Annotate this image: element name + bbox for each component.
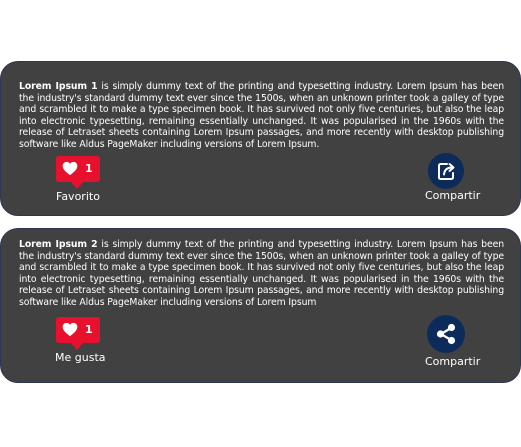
share-label[interactable]: Compartir bbox=[425, 355, 480, 369]
like-label[interactable]: Favorito bbox=[56, 190, 100, 204]
post-text: Lorem Ipsum 1 is simply dummy text of th… bbox=[19, 81, 504, 150]
badge-pointer bbox=[70, 181, 84, 189]
share-button[interactable] bbox=[427, 315, 465, 353]
share-button[interactable] bbox=[428, 153, 464, 189]
post-card-2: Lorem Ipsum 2 is simply dummy text of th… bbox=[0, 228, 521, 383]
badge-pointer bbox=[70, 342, 84, 350]
like-count: 1 bbox=[85, 162, 93, 175]
share-label[interactable]: Compartir bbox=[425, 189, 480, 203]
post-text: Lorem Ipsum 2 is simply dummy text of th… bbox=[19, 239, 504, 308]
post-title: Lorem Ipsum 1 bbox=[19, 81, 98, 92]
like-button[interactable]: 1 bbox=[56, 317, 100, 350]
heart-icon bbox=[62, 322, 78, 337]
heart-icon bbox=[62, 161, 78, 176]
like-label[interactable]: Me gusta bbox=[55, 351, 106, 365]
share-nodes-icon bbox=[436, 323, 456, 345]
post-title: Lorem Ipsum 2 bbox=[19, 239, 98, 250]
post-card-1: Lorem Ipsum 1 is simply dummy text of th… bbox=[0, 61, 521, 216]
share-external-icon bbox=[438, 163, 455, 180]
like-button[interactable]: 1 bbox=[56, 156, 100, 189]
like-count: 1 bbox=[85, 323, 93, 336]
